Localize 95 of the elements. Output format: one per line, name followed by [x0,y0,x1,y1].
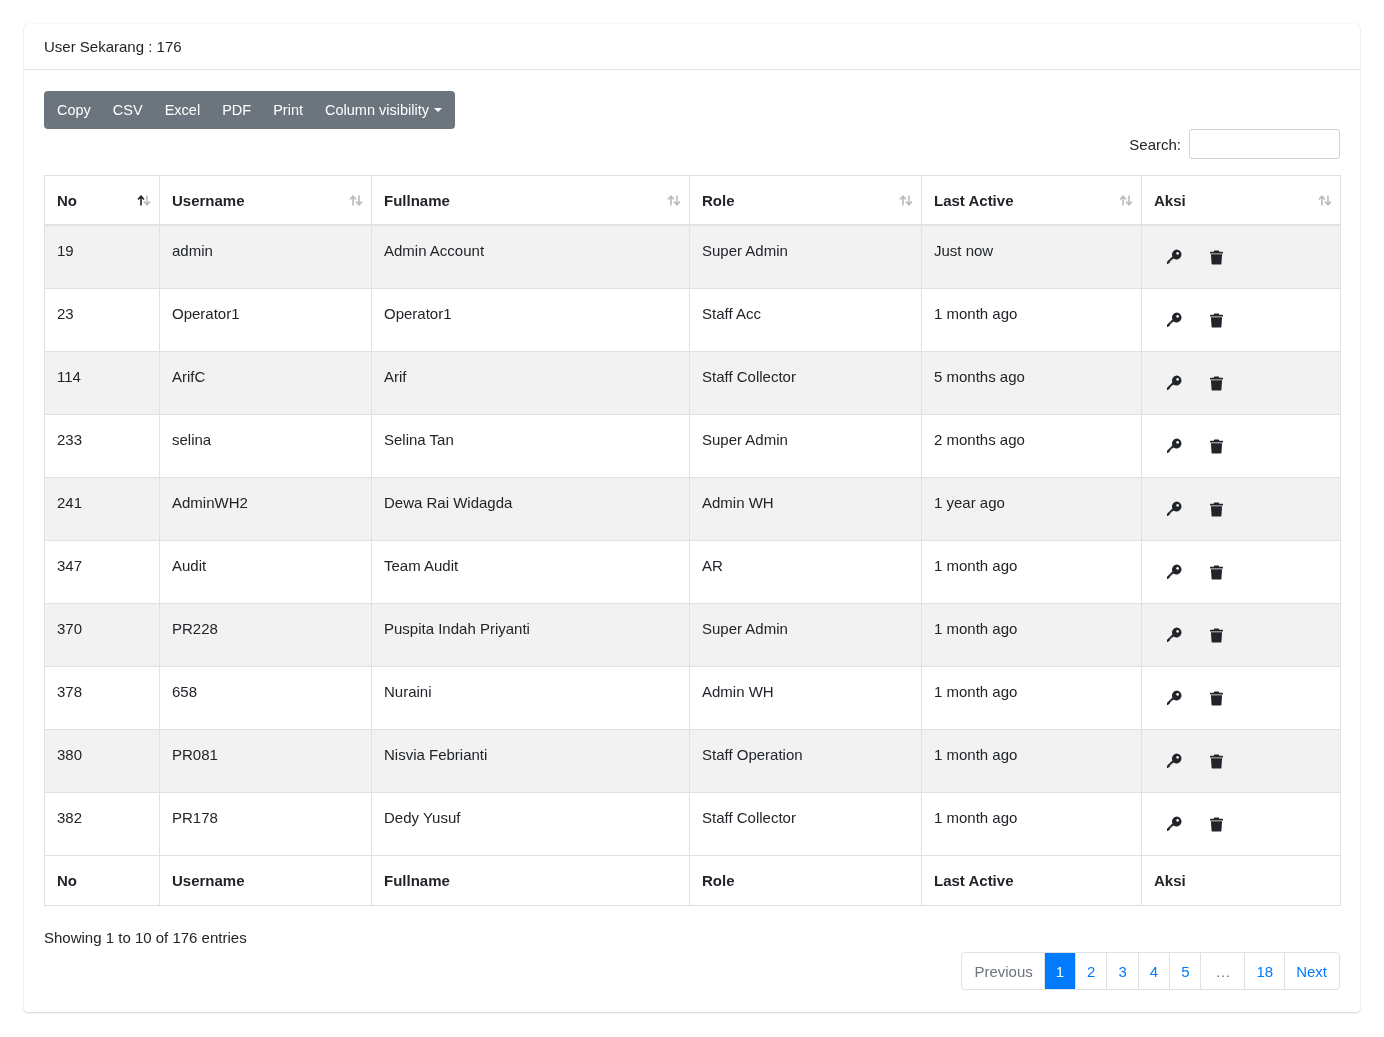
column-footer: Role [689,855,922,906]
export-button[interactable]: Print [262,91,314,129]
column-footer: No [44,855,160,906]
table-cell: Staff Collector [689,351,922,415]
table-cell: Team Audit [371,540,690,604]
trash-icon [1209,753,1223,769]
table-cell: Puspita Indah Priyanti [371,603,690,667]
export-button[interactable]: Excel [153,91,212,129]
table-cell: 370 [44,603,160,667]
key-icon [1166,690,1182,706]
column-footer: Last Active [921,855,1142,906]
trash-icon [1209,438,1223,454]
page-button[interactable]: 18 [1244,953,1285,989]
table-cell: Operator1 [371,288,690,352]
table-cell: 658 [159,666,372,730]
table-cell: PR178 [159,792,372,856]
column-footer: Aksi [1141,855,1341,906]
key-icon [1166,249,1182,265]
trash-icon [1209,249,1223,265]
table-cell: 1 month ago [921,792,1142,856]
table-cell: PR081 [159,729,372,793]
table-cell: Admin Account [371,225,690,289]
table-cell: ArifC [159,351,372,415]
table-cell: Staff Acc [689,288,922,352]
table-cell: Super Admin [689,225,922,289]
key-icon [1166,312,1182,328]
trash-icon [1209,312,1223,328]
table-cell: Admin WH [689,477,922,541]
trash-icon [1209,375,1223,391]
table-cell: AdminWH2 [159,477,372,541]
table-cell: PR228 [159,603,372,667]
trash-icon [1209,564,1223,580]
table-cell: 1 month ago [921,603,1142,667]
table-cell: Dewa Rai Widagda [371,477,690,541]
table-cell: 114 [44,351,160,415]
table-cell: Super Admin [689,414,922,478]
table-cell: 378 [44,666,160,730]
table-cell: 241 [44,477,160,541]
table-cell: 233 [44,414,160,478]
table-cell: Operator1 [159,288,372,352]
table-cell: 2 months ago [921,414,1142,478]
export-button[interactable]: CSV [101,91,154,129]
table-cell: 19 [44,225,160,289]
table-cell: 1 month ago [921,540,1142,604]
table-cell: Super Admin [689,603,922,667]
entries-info: Showing 1 to 10 of 176 entries [44,928,247,948]
page-button[interactable]: 3 [1106,953,1138,989]
key-icon [1166,438,1182,454]
table-cell: Arif [371,351,690,415]
card-title: User Sekarang : 176 [44,36,182,57]
table-cell: 380 [44,729,160,793]
table-cell: admin [159,225,372,289]
pagination-ellipsis: … [1200,953,1245,989]
table-cell: 23 [44,288,160,352]
table-cell: Nisvia Febrianti [371,729,690,793]
table-cell: 347 [44,540,160,604]
table-cell: Staff Collector [689,792,922,856]
page-button[interactable]: 4 [1137,953,1170,989]
trash-icon [1209,627,1223,643]
table-cell: 1 year ago [921,477,1142,541]
trash-icon [1209,816,1223,832]
column-footer: Username [159,855,372,906]
next-button[interactable]: Next [1284,953,1339,989]
table-cell: Audit [159,540,372,604]
page-button[interactable]: 1 [1043,953,1076,989]
table-cell: 5 months ago [921,351,1142,415]
page-button[interactable]: 5 [1169,953,1201,989]
table-cell: Nuraini [371,666,690,730]
table-cell: 1 month ago [921,666,1142,730]
key-icon [1166,564,1182,580]
table-cell: AR [689,540,922,604]
key-icon [1166,753,1182,769]
search-label: Search: [1129,135,1181,153]
search-field[interactable] [1189,129,1340,159]
trash-icon [1209,501,1223,517]
table-cell: Just now [921,225,1142,289]
table-cell: Dedy Yusuf [371,792,690,856]
table-cell: 1 month ago [921,729,1142,793]
table-cell: Selina Tan [371,414,690,478]
key-icon [1166,627,1182,643]
export-button[interactable]: PDF [211,91,263,129]
key-icon [1166,816,1182,832]
table-cell: selina [159,414,372,478]
page-button[interactable]: 2 [1075,953,1107,989]
table-cell: 382 [44,792,160,856]
key-icon [1166,501,1182,517]
table-cell: Admin WH [689,666,922,730]
export-button[interactable]: Copy [44,91,102,129]
key-icon [1166,375,1182,391]
table-cell: 1 month ago [921,288,1142,352]
table-cell: Staff Operation [689,729,922,793]
column-footer: Fullname [371,855,690,906]
column-visibility-dropdown[interactable]: Column visibility [314,91,455,129]
caret-icon [433,108,442,112]
trash-icon [1209,690,1223,706]
